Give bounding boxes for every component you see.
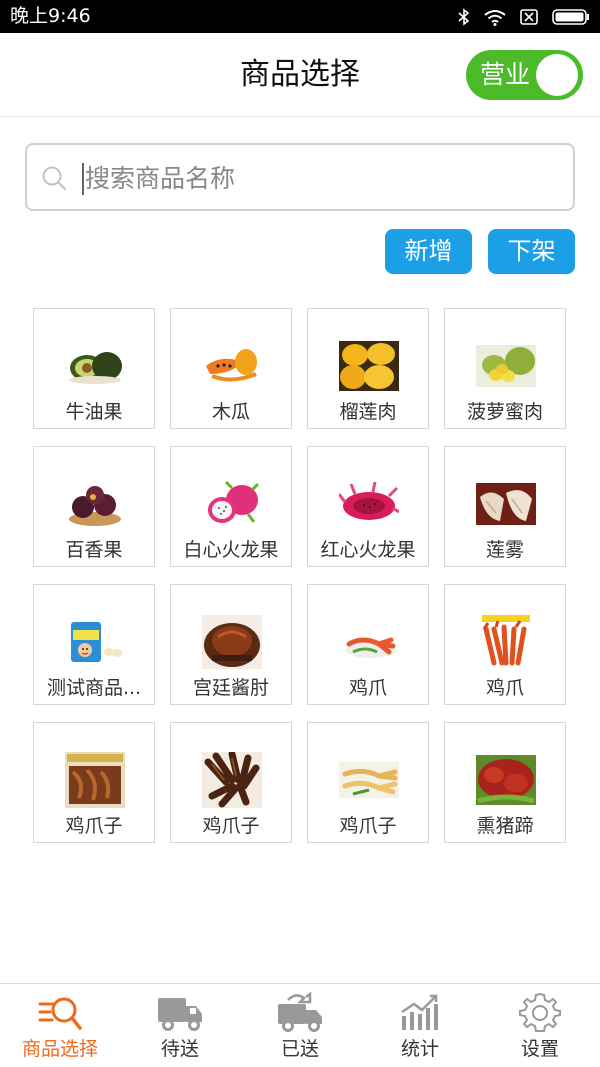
no-sim-icon [520, 9, 538, 25]
tab-pending-delivery[interactable]: 待送 [120, 984, 240, 1067]
product-name: 测试商品... [46, 677, 142, 699]
passion-fruit-image [65, 479, 125, 529]
product-name: 鸡爪子 [339, 815, 397, 837]
durian-image [339, 341, 399, 391]
chicken-feet-image [339, 617, 399, 667]
product-name: 宫廷酱肘 [192, 677, 269, 699]
product-name: 鸡爪子 [65, 815, 123, 837]
wifi-icon [484, 9, 506, 26]
smoked-trotter-image [476, 755, 536, 805]
product-item[interactable]: 榴莲肉 [307, 308, 429, 429]
chicken-feet-box-image [65, 752, 125, 808]
chart-icon [401, 994, 438, 1030]
product-name: 红心火龙果 [320, 539, 416, 561]
status-bar: 晚上9:46 [0, 0, 600, 33]
search-box[interactable] [25, 143, 575, 211]
gear-icon [519, 992, 561, 1032]
red-dragon-fruit-image [339, 479, 399, 529]
add-product-button[interactable]: 新增 [385, 229, 472, 274]
product-name: 莲雾 [485, 539, 524, 561]
business-toggle[interactable]: 营业 [466, 50, 583, 100]
product-item[interactable]: 牛油果 [33, 308, 155, 429]
tab-label: 待送 [160, 1038, 199, 1060]
tab-label: 已送 [280, 1038, 319, 1060]
tab-label: 设置 [520, 1038, 559, 1060]
chicken-feet-dark-image [202, 752, 262, 808]
product-name: 菠萝蜜肉 [466, 401, 543, 423]
tab-label: 商品选择 [21, 1038, 98, 1060]
header: 商品选择 营业 [0, 33, 600, 117]
product-item[interactable]: 测试商品... [33, 584, 155, 705]
product-name: 白心火龙果 [183, 539, 279, 561]
product-search-icon [38, 997, 82, 1030]
product-item[interactable]: 宫廷酱肘 [170, 584, 292, 705]
white-dragon-fruit-image [202, 479, 262, 529]
product-item[interactable]: 鸡爪子 [170, 722, 292, 843]
chicken-feet-plate-image [339, 755, 399, 805]
truck-icon [158, 998, 202, 1031]
product-item[interactable]: 鸡爪 [307, 584, 429, 705]
braised-pork-image [202, 615, 262, 669]
status-icons [458, 6, 590, 28]
candy-bag-image [65, 617, 125, 667]
truck-delivered-icon [278, 992, 322, 1032]
business-toggle-label: 营业 [480, 60, 531, 89]
tab-statistics[interactable]: 统计 [360, 984, 480, 1067]
product-item[interactable]: 百香果 [33, 446, 155, 567]
battery-icon [552, 9, 589, 25]
avocado-image [65, 341, 125, 391]
product-name: 榴莲肉 [339, 401, 397, 423]
chicken-feet-image [476, 615, 536, 667]
product-item[interactable]: 鸡爪子 [33, 722, 155, 843]
wax-apple-image [476, 479, 536, 529]
search-input[interactable] [85, 155, 555, 201]
papaya-image [202, 341, 262, 391]
product-name: 鸡爪 [485, 677, 524, 699]
tab-product-select[interactable]: 商品选择 [0, 984, 120, 1067]
product-name: 鸡爪 [348, 677, 387, 699]
product-item[interactable]: 鸡爪 [444, 584, 566, 705]
jackfruit-image [476, 341, 536, 391]
bottom-tab-bar: 商品选择 待送 已送 统计 设置 [0, 983, 600, 1067]
product-name: 鸡爪子 [202, 815, 260, 837]
product-name: 木瓜 [211, 401, 250, 423]
remove-product-button[interactable]: 下架 [488, 229, 575, 274]
product-item[interactable]: 菠萝蜜肉 [444, 308, 566, 429]
search-icon [42, 166, 67, 191]
product-item[interactable]: 木瓜 [170, 308, 292, 429]
product-item[interactable]: 鸡爪子 [307, 722, 429, 843]
product-name: 牛油果 [65, 401, 123, 423]
product-name: 百香果 [65, 539, 123, 561]
product-name: 熏猪蹄 [476, 815, 534, 837]
product-item[interactable]: 白心火龙果 [170, 446, 292, 567]
product-item[interactable]: 红心火龙果 [307, 446, 429, 567]
bluetooth-icon [458, 8, 470, 26]
product-item[interactable]: 熏猪蹄 [444, 722, 566, 843]
product-item[interactable]: 莲雾 [444, 446, 566, 567]
tab-delivered[interactable]: 已送 [240, 984, 360, 1067]
tab-label: 统计 [400, 1038, 439, 1060]
toggle-knob [536, 54, 578, 96]
status-time: 晚上9:46 [10, 5, 91, 27]
tab-settings[interactable]: 设置 [480, 984, 600, 1067]
text-caret [82, 163, 84, 195]
